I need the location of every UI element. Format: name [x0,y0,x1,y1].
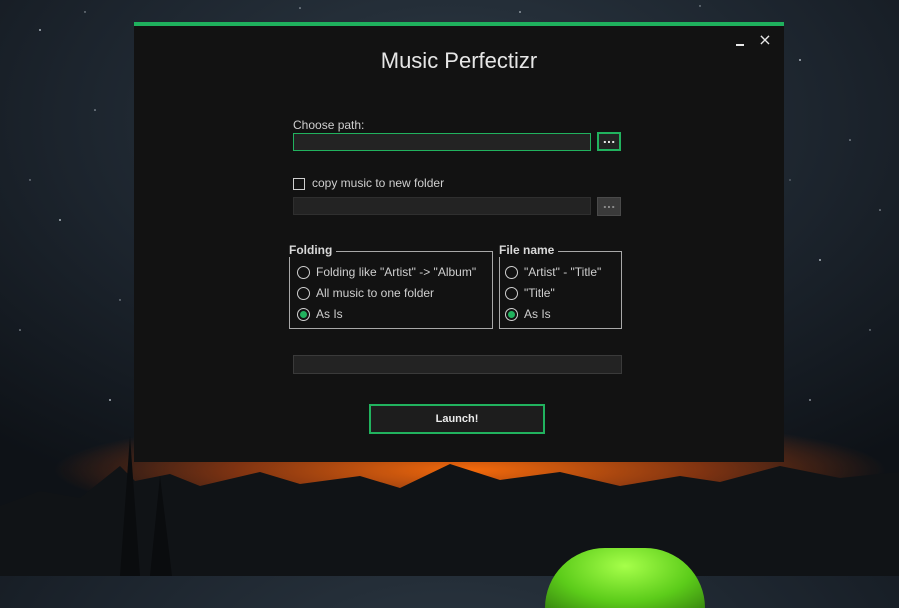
folding-group-title: Folding [289,243,337,257]
radio-button[interactable] [505,286,518,300]
filename-group-title: File name [499,243,559,257]
filename-group: File name "Artist" - "Title" "Title" As … [499,243,622,329]
app-title: Music Perfectizr [380,48,538,73]
radio-button-selected[interactable] [297,307,310,321]
radio-label: As Is [316,307,343,321]
filename-option-title[interactable]: "Title" [505,285,555,301]
path-input[interactable] [293,133,591,151]
copy-music-label: copy music to new folder [312,176,445,190]
filename-option-as-is[interactable]: As Is [505,306,551,322]
radio-label: "Artist" - "Title" [524,265,602,279]
radio-label: "Title" [524,286,555,300]
choose-path-label: Choose path: [293,118,365,132]
radio-label: Folding like "Artist" -> "Album" [316,265,477,279]
close-button[interactable]: × [757,32,773,48]
folding-option-artist-album[interactable]: Folding like "Artist" -> "Album" [297,264,476,280]
radio-button[interactable] [297,286,310,300]
radio-label: As Is [524,307,551,321]
copy-music-checkbox[interactable] [293,178,305,190]
launch-button[interactable]: Launch! [369,404,545,434]
radio-button[interactable] [297,265,310,279]
copy-browse-button[interactable]: ... [597,197,621,216]
copy-destination-input[interactable] [293,197,591,215]
progress-bar [293,355,622,374]
radio-label: All music to one folder [316,286,435,300]
radio-button[interactable] [505,265,518,279]
filename-option-artist-title[interactable]: "Artist" - "Title" [505,264,601,280]
radio-button-selected[interactable] [505,307,518,321]
app-window: × Music Perfectizr Choose path: ... copy… [134,22,784,462]
minimize-button[interactable] [732,32,748,48]
folding-group: Folding Folding like "Artist" -> "Album"… [289,243,493,329]
path-browse-button[interactable]: ... [597,132,621,151]
folding-option-as-is[interactable]: As Is [297,306,343,322]
folding-option-one-folder[interactable]: All music to one folder [297,285,434,301]
